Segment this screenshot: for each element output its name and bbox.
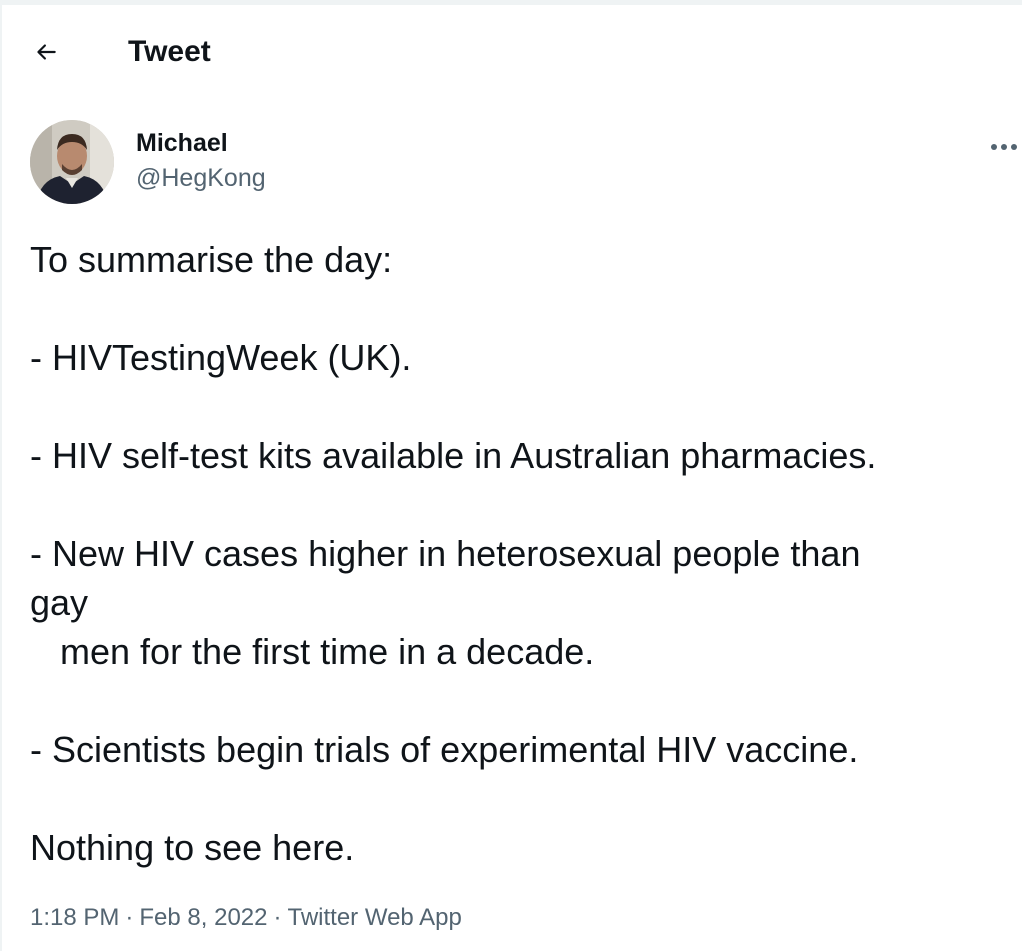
profile-photo	[30, 120, 114, 204]
tweet-text-line: Nothing to see here.	[30, 827, 355, 868]
tweet-text-line: - New HIV cases higher in heterosexual p…	[30, 533, 861, 574]
tweet-text-line	[30, 382, 1010, 431]
separator: ·	[273, 904, 282, 931]
page-title: Tweet	[128, 35, 211, 68]
separator: ·	[125, 904, 134, 931]
tweet-text-line	[30, 480, 1010, 529]
tweet-text-line: To summarise the day:	[30, 239, 393, 280]
tweet-text-line: - Scientists begin trials of experimenta…	[30, 729, 859, 770]
back-button[interactable]	[26, 32, 66, 72]
tweet-metadata: 1:18 PM · Feb 8, 2022 · Twitter Web App	[30, 901, 462, 935]
ellipsis-icon	[991, 144, 1017, 150]
author-handle[interactable]: @HegKong	[136, 162, 266, 194]
tweet-page: Tweet Michael @HegKong To summarise the …	[0, 0, 1022, 951]
tweet-timestamp-link[interactable]: 1:18 PM · Feb 8, 2022	[30, 904, 268, 931]
tweet-source-link[interactable]: Twitter Web App	[288, 904, 462, 931]
tweet-text-line	[30, 774, 1010, 823]
tweet-text: To summarise the day: - HIVTestingWeek (…	[30, 235, 1010, 872]
tweet-text-line: - HIV self-test kits available in Austra…	[30, 435, 877, 476]
tweet-text-line: gay	[30, 582, 89, 623]
avatar[interactable]	[30, 120, 114, 204]
tweet-text-line	[30, 676, 1010, 725]
arrow-left-icon	[37, 44, 56, 60]
more-options-button[interactable]	[984, 129, 1022, 165]
tweet-date: Feb 8, 2022	[139, 904, 268, 931]
author-name[interactable]: Michael	[136, 127, 228, 159]
tweet-time: 1:18 PM	[30, 904, 120, 931]
page-header: Tweet	[2, 5, 1022, 97]
tweet-text-line: men for the first time in a decade.	[30, 631, 595, 672]
tweet-text-line	[30, 284, 1010, 333]
tweet-text-line: - HIVTestingWeek (UK).	[30, 337, 412, 378]
